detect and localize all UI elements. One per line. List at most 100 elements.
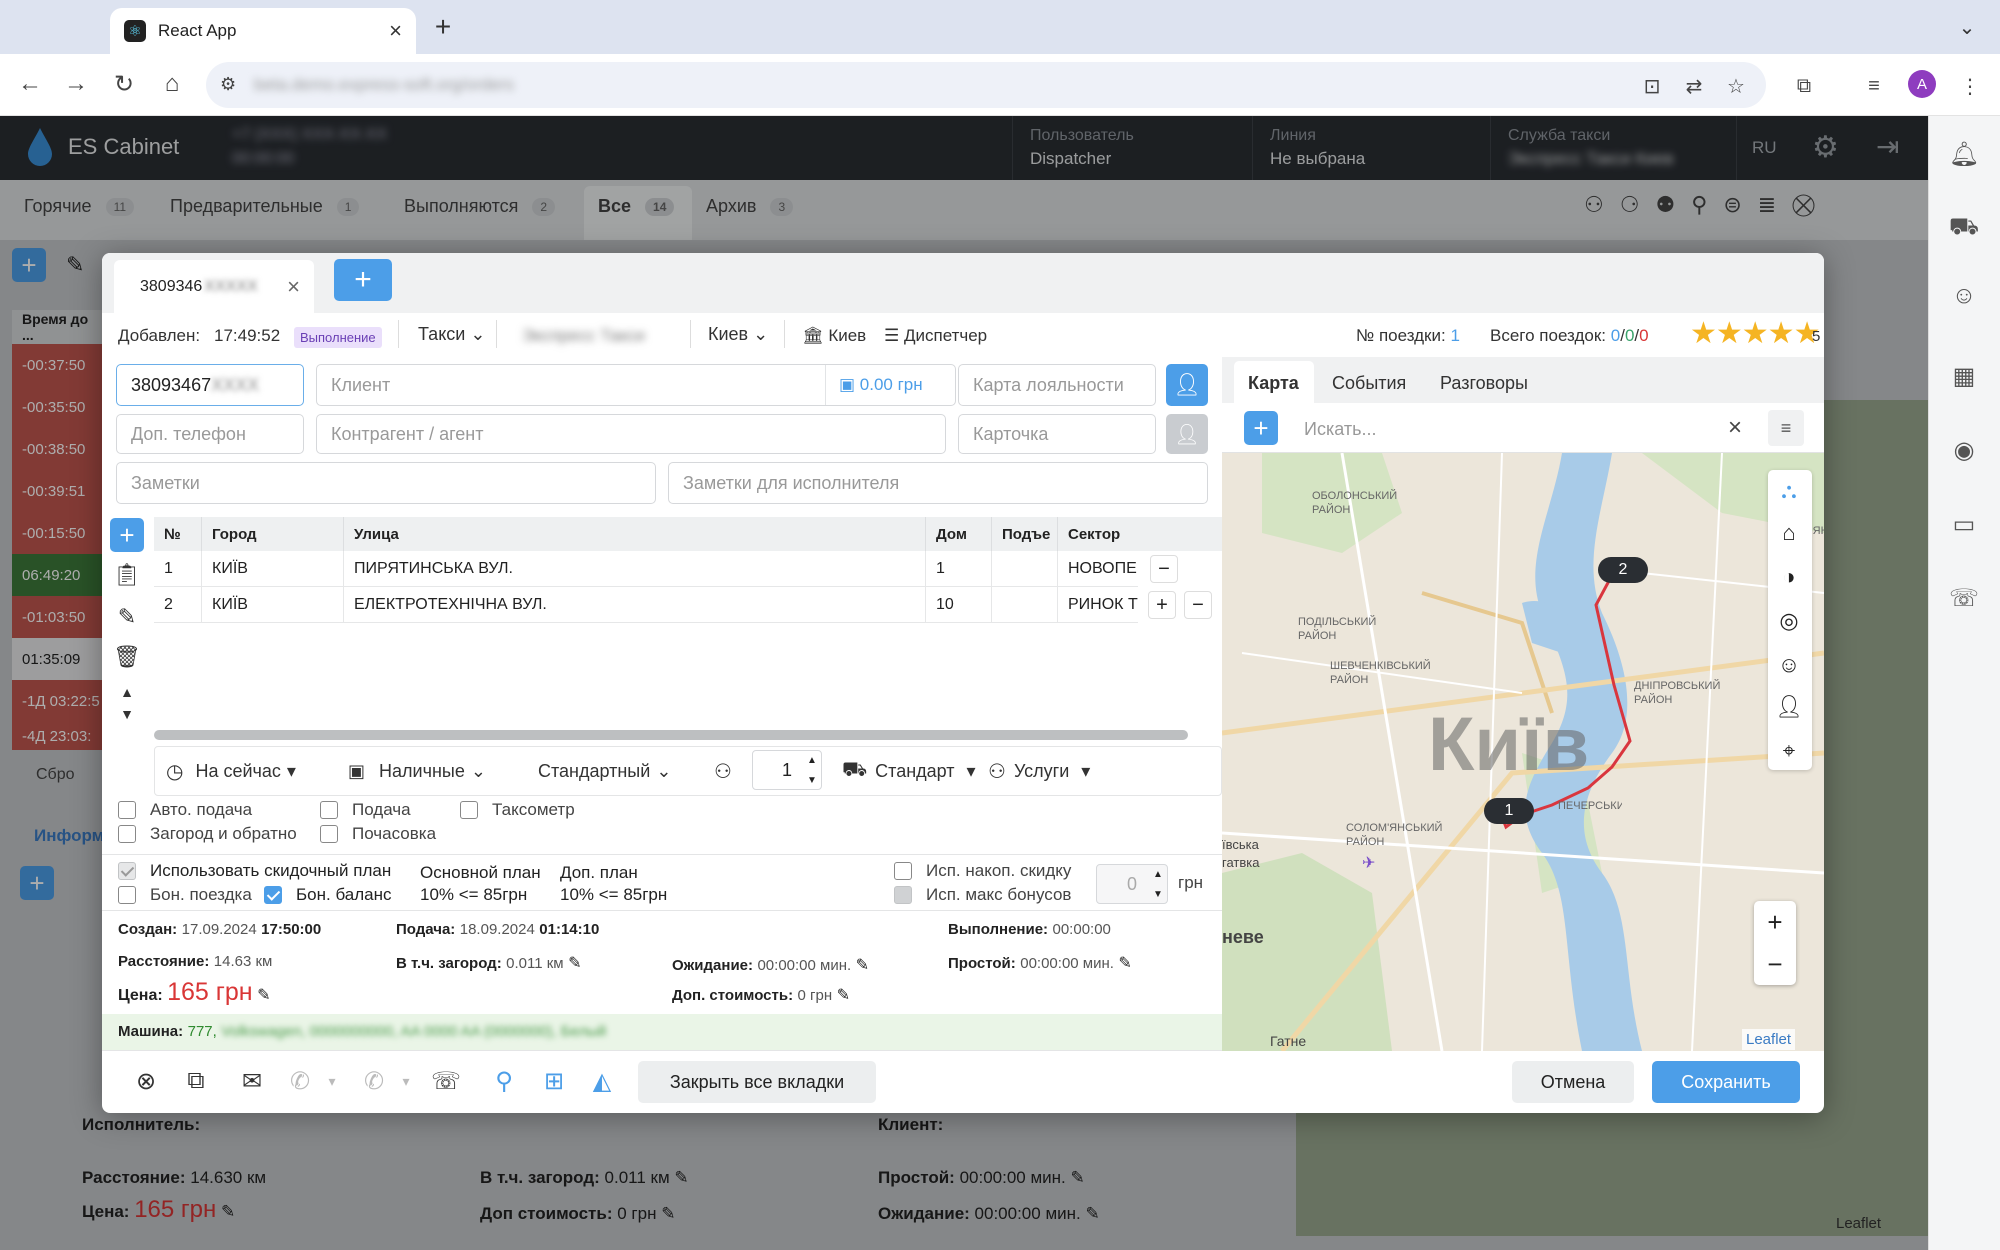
media-control-icon[interactable]: ≡ xyxy=(1860,72,1888,100)
zoom-in-button[interactable]: + xyxy=(1754,901,1796,943)
add-after-button[interactable]: + xyxy=(1148,591,1176,619)
home-icon[interactable]: ⌂ xyxy=(154,66,190,102)
move-down-icon[interactable]: ▼ xyxy=(110,704,144,724)
close-order-tab-icon[interactable]: × xyxy=(287,274,300,300)
cars-icon[interactable]: ⛟ xyxy=(1944,208,1984,248)
time-select[interactable]: ◷ На сейчас ▾ xyxy=(166,752,296,790)
map-icon[interactable]: ▦ xyxy=(1944,356,1984,396)
map-filter-icon[interactable]: ≡ xyxy=(1768,410,1804,446)
phone-input[interactable]: 38093467 XXXX xyxy=(116,364,304,406)
cell-entrance[interactable] xyxy=(992,551,1058,587)
site-info-icon[interactable]: ⚙ xyxy=(220,74,236,95)
translate-icon[interactable]: ⇄ xyxy=(1680,72,1708,100)
increment-icon[interactable]: ▲ xyxy=(1148,864,1168,884)
map-view[interactable]: Київ ОБОЛОНСЬКИЙ РАЙОН ПОДІЛЬСЬКИЙ РАЙОН… xyxy=(1222,453,1824,1051)
max-bonus-checkbox[interactable]: Исп. макс бонусов xyxy=(894,885,1071,905)
taximeter-checkbox[interactable]: Таксометр xyxy=(460,800,575,820)
add-order-tab-button[interactable]: + xyxy=(334,259,392,301)
edit-icon[interactable]: ✎ xyxy=(1118,955,1131,972)
location-pin-icon[interactable]: ◎ xyxy=(1768,600,1810,642)
phone-call-icon[interactable]: ☏ xyxy=(426,1061,466,1101)
extra-phone-input[interactable]: Доп. телефон xyxy=(116,414,304,454)
address-bar[interactable]: ⚙ beta.demo.express-soft.org/orders xyxy=(206,62,1766,108)
pickup-checkbox[interactable]: Подача xyxy=(320,800,411,820)
close-all-tabs-button[interactable]: Закрыть все вкладки xyxy=(638,1061,876,1103)
service-type-select[interactable]: Такси ⌄ xyxy=(418,324,485,345)
leaflet-attribution[interactable]: Leaflet xyxy=(1742,1029,1796,1050)
service-name-select[interactable]: Экспресс Такси xyxy=(522,326,645,346)
city-select[interactable]: Киев ⌄ xyxy=(708,324,768,345)
client-icon[interactable]: 👤︎ xyxy=(1768,686,1810,728)
client-input[interactable]: Клиент ▣ 0.00 грн xyxy=(316,364,956,406)
cell-city[interactable]: КИЇВ xyxy=(202,587,344,623)
acc-discount-checkbox[interactable]: Исп. накоп. скидку xyxy=(894,861,1071,881)
cancel-button[interactable]: Отмена xyxy=(1512,1061,1634,1103)
notifications-bell-icon[interactable]: 🔔︎ xyxy=(1944,134,1984,174)
map-marker-end[interactable]: 2 xyxy=(1598,557,1648,583)
extensions-icon[interactable]: ⧉ xyxy=(1790,72,1818,100)
call-log-icon[interactable]: ☏ xyxy=(1944,578,1984,618)
clipboard-icon[interactable]: 📋︎ xyxy=(110,558,144,592)
install-app-icon[interactable]: ⊡ xyxy=(1638,72,1666,100)
tariff-select[interactable]: Стандартный ⌄ xyxy=(538,752,671,790)
tab-events[interactable]: События xyxy=(1332,373,1406,394)
forward-icon[interactable]: → xyxy=(58,66,94,102)
search-map-icon[interactable]: ⚲ xyxy=(484,1061,524,1101)
cell-entrance[interactable] xyxy=(992,587,1058,623)
move-up-icon[interactable]: ▲ xyxy=(110,682,144,702)
services-select[interactable]: ⚇ Услуги ▾ xyxy=(988,752,1090,790)
profile-avatar[interactable]: A xyxy=(1908,70,1936,98)
card-input[interactable]: Карточка xyxy=(958,414,1156,454)
back-icon[interactable]: ← xyxy=(12,66,48,102)
sectors-icon[interactable]: ◑ xyxy=(1768,556,1810,598)
route-nodes-icon[interactable]: ⛬ xyxy=(1768,470,1810,512)
order-tab[interactable]: 3809346 XXXXX × xyxy=(114,260,314,313)
edit-icon[interactable]: ✎ xyxy=(568,955,581,972)
remove-point-button[interactable]: − xyxy=(1184,591,1212,619)
notes-input[interactable]: Заметки xyxy=(116,462,656,504)
cancel-order-icon[interactable]: ⊗ xyxy=(126,1061,166,1101)
delete-point-icon[interactable]: 🗑︎ xyxy=(110,640,144,674)
bonus-trip-checkbox[interactable]: Бон. поездка xyxy=(118,885,252,905)
map-marker-start[interactable]: 1 xyxy=(1484,798,1534,824)
card-user-icon[interactable]: 👤︎ xyxy=(1166,414,1208,454)
bookmark-star-icon[interactable]: ☆ xyxy=(1722,72,1750,100)
map-add-button[interactable]: + xyxy=(1244,411,1278,445)
edit-icon[interactable]: ✎ xyxy=(257,987,270,1004)
roundtrip-checkbox[interactable]: Загород и обратно xyxy=(118,824,297,844)
add-point-button[interactable]: + xyxy=(110,518,144,552)
driver-icon[interactable]: ☺ xyxy=(1768,644,1810,686)
edit-point-icon[interactable]: ✎ xyxy=(110,600,144,634)
chevron-down-icon[interactable]: ▾ xyxy=(312,1061,352,1101)
tab-map[interactable]: Карта xyxy=(1248,373,1299,394)
cell-street[interactable]: ЕЛЕКТРОТЕХНІЧНА ВУЛ. xyxy=(344,587,926,623)
tab-calls[interactable]: Разговоры xyxy=(1440,373,1528,394)
drivers-icon[interactable]: ☺ xyxy=(1944,276,1984,316)
chat-icon[interactable]: ▭ xyxy=(1944,504,1984,544)
cell-house[interactable]: 10 xyxy=(926,587,992,623)
locate-me-icon[interactable]: ⌖ xyxy=(1768,730,1810,772)
driver-notes-input[interactable]: Заметки для исполнителя xyxy=(668,462,1208,504)
reload-icon[interactable]: ↻ xyxy=(106,66,142,102)
browser-menu-icon[interactable]: ⋮ xyxy=(1956,72,1984,100)
close-tab-icon[interactable]: × xyxy=(389,18,402,44)
payment-select[interactable]: ▣ Наличные ⌄ xyxy=(348,752,486,790)
loyalty-card-input[interactable]: Карта лояльности xyxy=(958,364,1156,406)
bonus-balance-checkbox[interactable]: Бон. баланс xyxy=(264,885,392,905)
assign-icon[interactable]: ⊞ xyxy=(534,1061,574,1101)
chevron-down-icon[interactable]: ▾ xyxy=(386,1061,426,1101)
sms-icon[interactable]: ✉ xyxy=(232,1061,272,1101)
map-search-input[interactable]: Искать... xyxy=(1304,419,1376,440)
clear-search-icon[interactable]: × xyxy=(1728,414,1742,442)
remove-point-button[interactable]: − xyxy=(1150,555,1178,583)
edit-icon[interactable]: ✎ xyxy=(837,987,850,1004)
car-class-select[interactable]: ⛟ Стандарт ▾ xyxy=(842,752,976,790)
new-tab-button[interactable]: + xyxy=(428,10,458,44)
contractor-input[interactable]: Контрагент / агент xyxy=(316,414,946,454)
cell-house[interactable]: 1 xyxy=(926,551,992,587)
hourly-checkbox[interactable]: Почасовка xyxy=(320,824,436,844)
tag-icon[interactable]: ⌂ xyxy=(1768,512,1810,554)
table-scrollbar[interactable] xyxy=(154,730,1188,740)
use-discount-checkbox[interactable]: Использовать скидочный план xyxy=(118,861,391,881)
browser-tab[interactable]: ⚛ React App × xyxy=(110,8,416,54)
